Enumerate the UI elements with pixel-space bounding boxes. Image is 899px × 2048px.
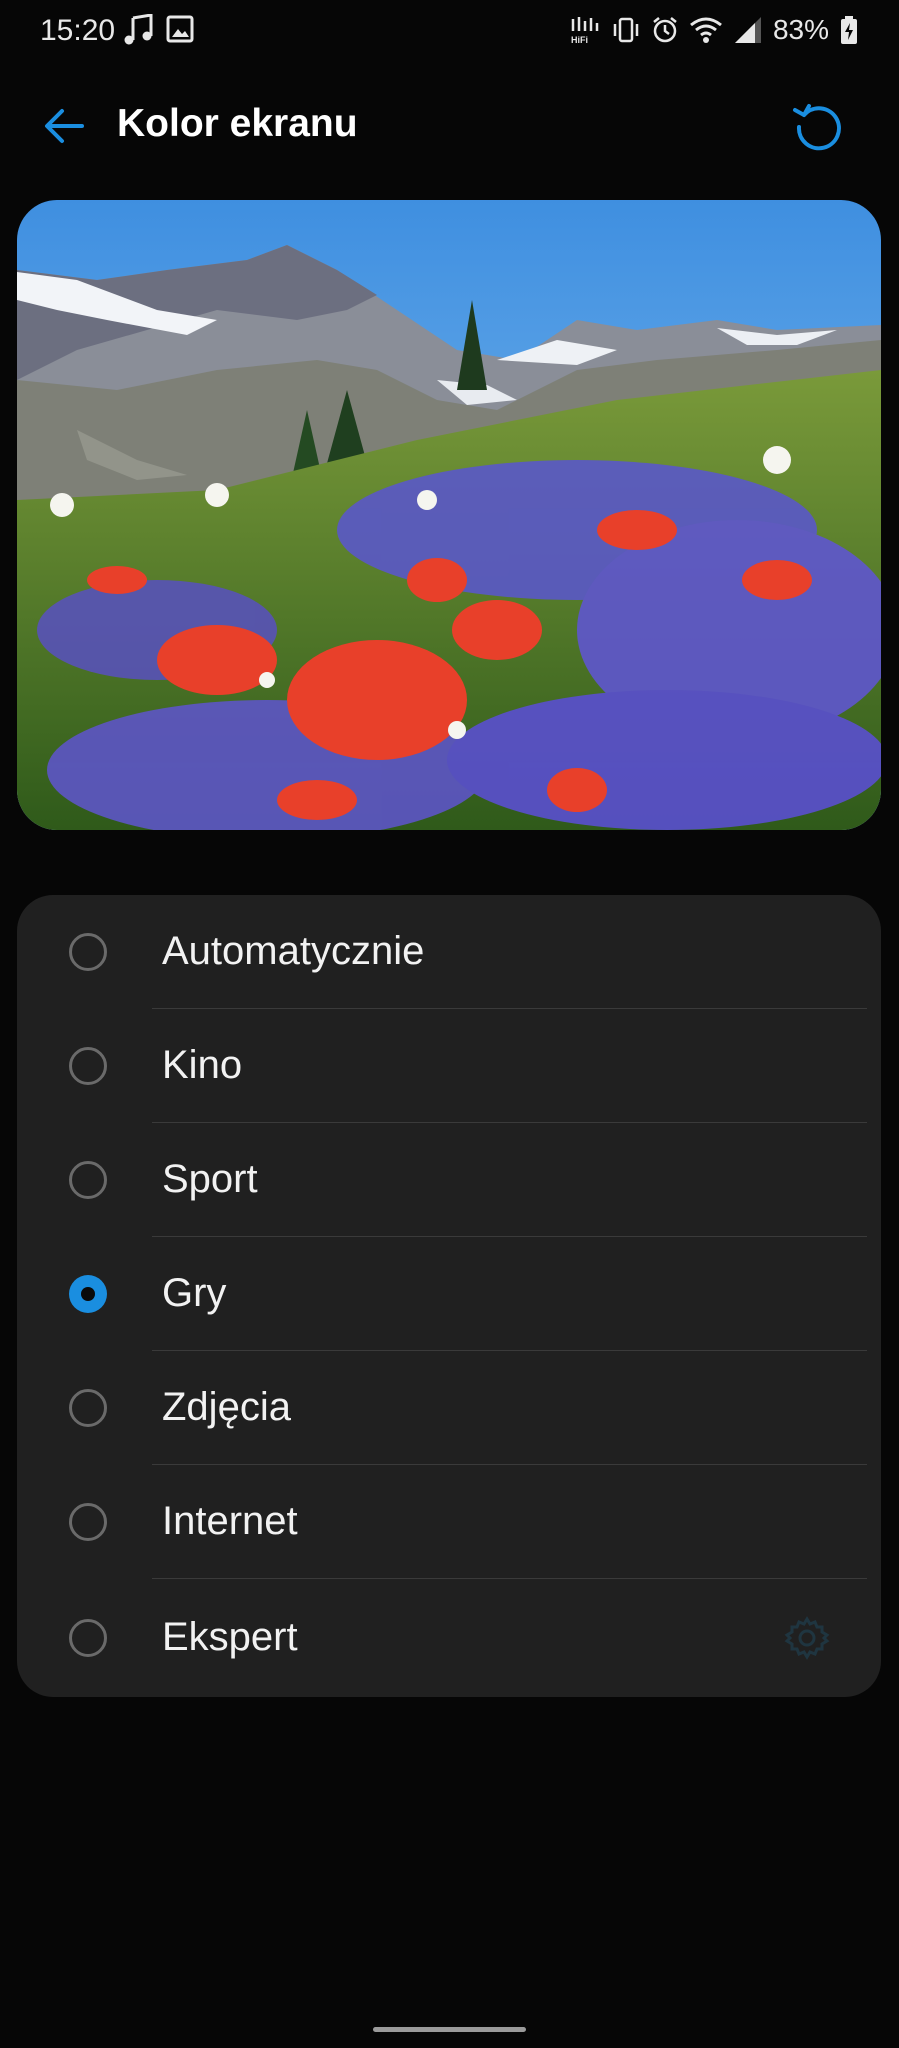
wifi-icon: [689, 15, 723, 45]
reset-button[interactable]: [790, 96, 848, 154]
hifi-icon: HiFi: [569, 15, 601, 45]
radio-button[interactable]: [69, 1389, 107, 1427]
gear-icon[interactable]: [784, 1615, 830, 1661]
radio-button-selected[interactable]: [69, 1275, 107, 1313]
option-label: Kino: [162, 1043, 243, 1087]
signal-icon: [733, 15, 763, 45]
svg-text:HiFi: HiFi: [571, 35, 588, 45]
status-time: 15:20: [40, 14, 116, 47]
option-label: Automatycznie: [162, 929, 425, 973]
color-preview-image: [17, 200, 881, 830]
radio-button[interactable]: [69, 1047, 107, 1085]
home-indicator[interactable]: [373, 2027, 526, 2032]
back-arrow-icon: [40, 100, 92, 152]
back-button[interactable]: [40, 100, 92, 152]
status-bar: 15:20 HiFi 83%: [0, 0, 899, 64]
vibrate-icon: [611, 15, 641, 45]
option-label: Gry: [162, 1271, 227, 1315]
option-label: Internet: [162, 1499, 298, 1543]
color-mode-list: Automatycznie Kino Sport Gry Zdjęcia Int…: [17, 895, 881, 1697]
option-internet[interactable]: Internet: [17, 1465, 881, 1579]
radio-button[interactable]: [69, 1161, 107, 1199]
battery-percent: 83%: [772, 14, 829, 45]
option-label: Zdjęcia: [162, 1385, 291, 1429]
option-automatycznie[interactable]: Automatycznie: [17, 895, 881, 1009]
option-zdjecia[interactable]: Zdjęcia: [17, 1351, 881, 1465]
image-icon: [166, 14, 196, 46]
music-note-icon: [124, 14, 154, 46]
option-sport[interactable]: Sport: [17, 1123, 881, 1237]
app-bar: Kolor ekranu: [0, 90, 899, 160]
battery-icon: [839, 15, 859, 45]
option-gry[interactable]: Gry: [17, 1237, 881, 1351]
option-kino[interactable]: Kino: [17, 1009, 881, 1123]
option-label: Sport: [162, 1157, 258, 1201]
page-title: Kolor ekranu: [117, 102, 358, 145]
alarm-icon: [651, 15, 679, 45]
radio-button[interactable]: [69, 1619, 107, 1657]
radio-button[interactable]: [69, 1503, 107, 1541]
option-ekspert[interactable]: Ekspert: [17, 1579, 881, 1697]
radio-button[interactable]: [69, 933, 107, 971]
option-label: Ekspert: [162, 1615, 298, 1659]
reset-icon: [790, 96, 848, 154]
